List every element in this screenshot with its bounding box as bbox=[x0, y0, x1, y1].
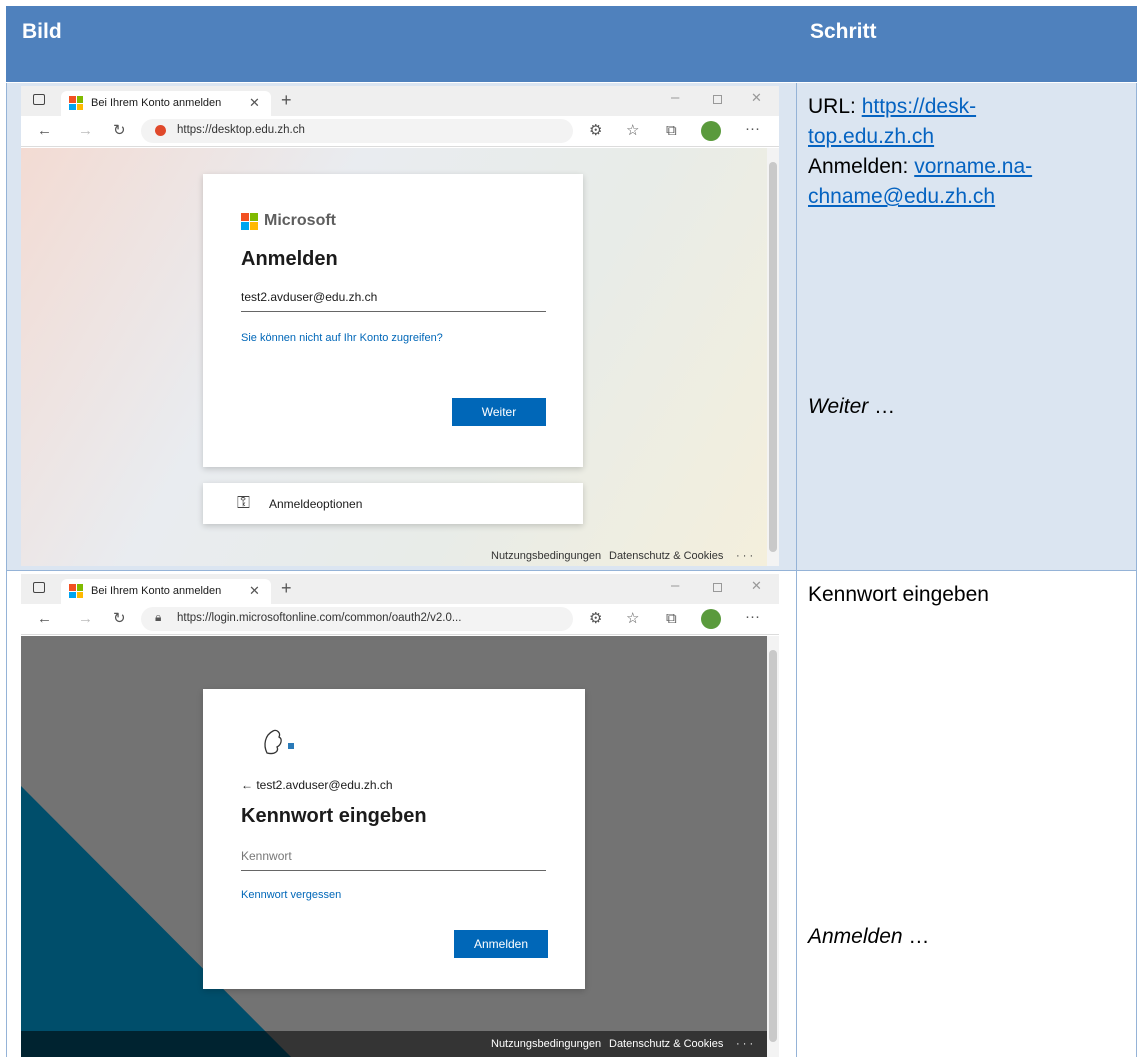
zurich-lion-logo-icon bbox=[264, 729, 294, 755]
email-underline bbox=[241, 311, 546, 312]
more-icon[interactable]: ··· bbox=[745, 121, 760, 136]
profile-icon[interactable] bbox=[701, 609, 721, 629]
tab-title: Bei Ihrem Konto anmelden bbox=[91, 97, 222, 109]
window-close-icon[interactable]: ✕ bbox=[751, 579, 762, 592]
right-border bbox=[1136, 83, 1137, 1057]
url-link-part2[interactable]: top.edu.zh.ch bbox=[808, 125, 934, 148]
window-close-icon[interactable]: ✕ bbox=[751, 91, 762, 104]
maximize-icon[interactable] bbox=[713, 95, 722, 104]
browser-tab[interactable]: Bei Ihrem Konto anmelden ✕ bbox=[61, 579, 271, 604]
tab-actions-icon[interactable] bbox=[33, 94, 45, 105]
key-icon: ⚿ bbox=[237, 493, 250, 512]
signin-options-card[interactable]: ⚿ Anmeldeoptionen bbox=[203, 483, 583, 524]
close-icon[interactable]: ✕ bbox=[249, 584, 260, 597]
footer-more[interactable]: · · · bbox=[736, 550, 753, 562]
page-background: Nutzungsbedingungen Datenschutz & Cookie… bbox=[21, 636, 767, 1057]
terms-link[interactable]: Nutzungsbedingungen bbox=[491, 550, 601, 562]
profile-icon[interactable] bbox=[701, 121, 721, 141]
scrollbar-thumb[interactable] bbox=[769, 162, 777, 552]
back-icon[interactable]: ← bbox=[37, 123, 52, 138]
header-bild: Bild bbox=[22, 20, 62, 43]
tab-actions-icon[interactable] bbox=[33, 582, 45, 593]
favorites-icon[interactable]: ☆ bbox=[626, 611, 639, 626]
next-suffix: … bbox=[868, 395, 896, 418]
password-title: Kennwort eingeben bbox=[241, 805, 427, 827]
next-italic: Weiter bbox=[808, 395, 869, 418]
minimize-icon[interactable]: – bbox=[671, 578, 679, 593]
microsoft-brand: Microsoft bbox=[264, 212, 336, 229]
signin-card: Microsoft Anmelden test2.avduser@edu.zh.… bbox=[203, 174, 583, 467]
extensions-icon[interactable]: ⚙ bbox=[589, 611, 602, 626]
microsoft-logo-icon bbox=[69, 584, 83, 598]
lock-icon: 🔒︎ bbox=[155, 610, 162, 624]
privacy-link[interactable]: Datenschutz & Cookies bbox=[609, 550, 723, 562]
maximize-icon[interactable] bbox=[713, 583, 722, 592]
microsoft-logo-icon bbox=[241, 213, 258, 230]
browser-tab[interactable]: Bei Ihrem Konto anmelden ✕ bbox=[61, 91, 271, 116]
back-icon[interactable]: ← bbox=[37, 611, 52, 626]
minimize-icon[interactable]: – bbox=[671, 90, 679, 105]
address-bar[interactable]: https://desktop.edu.zh.ch bbox=[141, 119, 573, 143]
forward-icon[interactable]: → bbox=[78, 123, 93, 138]
signin-label: Anmelden: bbox=[808, 155, 915, 178]
more-icon[interactable]: ··· bbox=[745, 609, 760, 624]
terms-link[interactable]: Nutzungsbedingungen bbox=[491, 1038, 601, 1050]
step-signin: Anmelden … bbox=[808, 922, 929, 952]
new-tab-icon[interactable]: + bbox=[281, 579, 292, 597]
scrollbar[interactable] bbox=[767, 636, 779, 1057]
extensions-icon[interactable]: ⚙ bbox=[589, 123, 602, 138]
signin-options-label: Anmeldeoptionen bbox=[269, 497, 363, 511]
browser-toolbar: ← → ↻ https://desktop.edu.zh.ch ⚙ ☆ ⧉ ··… bbox=[21, 116, 779, 147]
forgot-password-link[interactable]: Kennwort vergessen bbox=[241, 889, 341, 901]
address-bar[interactable]: 🔒︎ https://login.microsoftonline.com/com… bbox=[141, 607, 573, 631]
tab-strip: Bei Ihrem Konto anmelden ✕ + – ✕ bbox=[21, 574, 779, 604]
email-field[interactable]: test2.avduser@edu.zh.ch bbox=[241, 290, 377, 304]
email-link-part1[interactable]: vorname.na- bbox=[914, 155, 1032, 178]
url-label: URL: bbox=[808, 95, 862, 118]
next-button[interactable]: Weiter bbox=[452, 398, 546, 426]
refresh-icon[interactable]: ↻ bbox=[113, 611, 126, 626]
privacy-link[interactable]: Datenschutz & Cookies bbox=[609, 1038, 723, 1050]
table-header bbox=[6, 6, 1137, 82]
browser-window-2: Bei Ihrem Konto anmelden ✕ + – ✕ ← → ↻ 🔒… bbox=[21, 574, 779, 1057]
browser-toolbar: ← → ↻ 🔒︎ https://login.microsoftonline.c… bbox=[21, 604, 779, 635]
left-border bbox=[6, 83, 7, 1057]
cant-access-link[interactable]: Sie können nicht auf Ihr Konto zugreifen… bbox=[241, 332, 443, 344]
url-link-part1[interactable]: https://desk- bbox=[862, 95, 976, 118]
back-email-link[interactable]: ← test2.avduser@edu.zh.ch bbox=[241, 778, 393, 792]
site-blocked-icon bbox=[155, 125, 166, 136]
step-cell-1: URL: https://desk- top.edu.zh.ch Anmelde… bbox=[808, 92, 1128, 212]
signin-suffix: … bbox=[902, 925, 930, 948]
browser-window-1: Bei Ihrem Konto anmelden ✕ + – ✕ ← → ↻ h… bbox=[21, 86, 779, 566]
password-field[interactable]: Kennwort bbox=[241, 849, 292, 863]
signin-italic: Anmelden bbox=[808, 925, 903, 948]
page-background: Microsoft Anmelden test2.avduser@edu.zh.… bbox=[21, 148, 767, 566]
forward-icon[interactable]: → bbox=[78, 611, 93, 626]
step-password: Kennwort eingeben bbox=[808, 583, 989, 606]
refresh-icon[interactable]: ↻ bbox=[113, 123, 126, 138]
step-next: Weiter … bbox=[808, 392, 895, 422]
password-card: ← test2.avduser@edu.zh.ch Kennwort einge… bbox=[203, 689, 585, 989]
password-underline bbox=[241, 870, 546, 871]
collections-icon[interactable]: ⧉ bbox=[666, 611, 677, 626]
signin-button[interactable]: Anmelden bbox=[454, 930, 548, 958]
url-text[interactable]: https://desktop.edu.zh.ch bbox=[177, 124, 305, 136]
url-text[interactable]: https://login.microsoftonline.com/common… bbox=[177, 612, 461, 624]
column-divider bbox=[796, 83, 797, 1057]
tab-strip: Bei Ihrem Konto anmelden ✕ + – ✕ bbox=[21, 86, 779, 116]
header-schritt: Schritt bbox=[810, 20, 877, 43]
scrollbar-thumb[interactable] bbox=[769, 650, 777, 1042]
new-tab-icon[interactable]: + bbox=[281, 91, 292, 109]
favorites-icon[interactable]: ☆ bbox=[626, 123, 639, 138]
microsoft-logo-icon bbox=[69, 96, 83, 110]
signin-title: Anmelden bbox=[241, 248, 338, 270]
close-icon[interactable]: ✕ bbox=[249, 96, 260, 109]
footer-more[interactable]: · · · bbox=[736, 1038, 753, 1050]
scrollbar[interactable] bbox=[767, 148, 779, 566]
email-link-part2[interactable]: chname@edu.zh.ch bbox=[808, 185, 995, 208]
tab-title: Bei Ihrem Konto anmelden bbox=[91, 585, 222, 597]
row-divider bbox=[6, 570, 1137, 571]
collections-icon[interactable]: ⧉ bbox=[666, 123, 677, 138]
